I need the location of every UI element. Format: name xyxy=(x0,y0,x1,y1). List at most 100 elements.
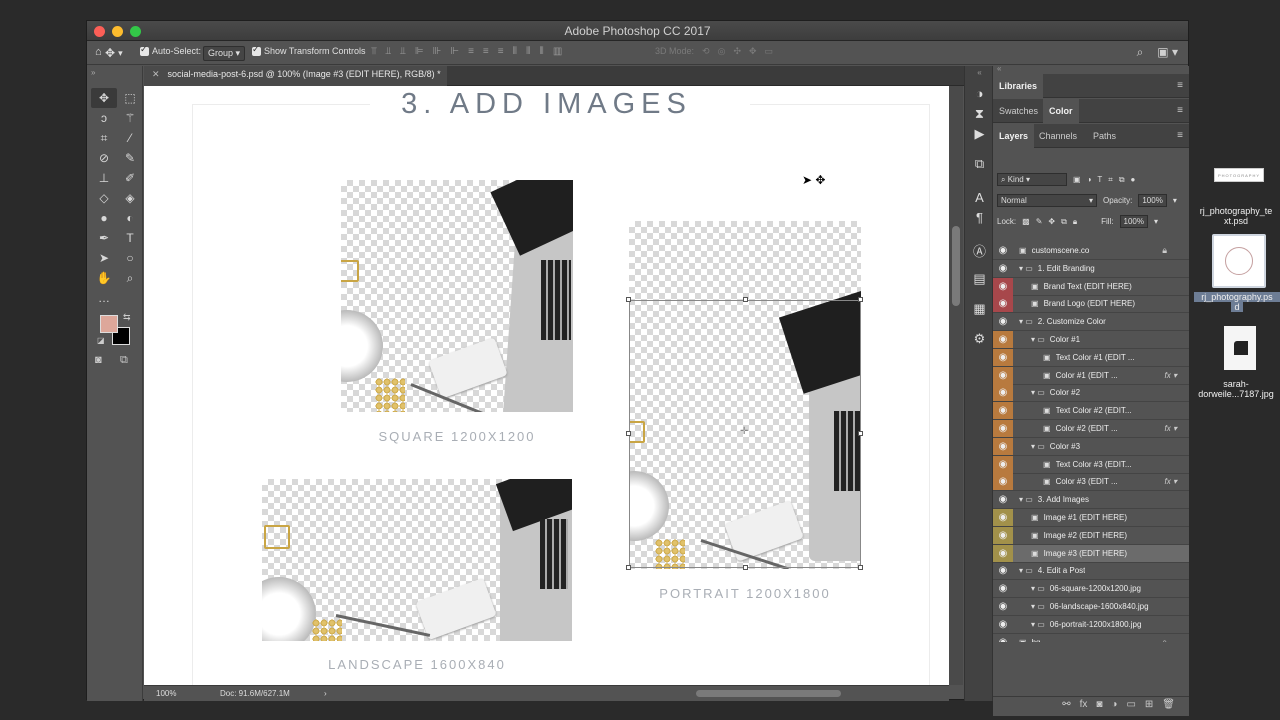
3d-roll-icon[interactable]: ◎ xyxy=(718,46,726,57)
scroll-thumb[interactable] xyxy=(952,226,960,306)
workspace-icon[interactable]: ▣ ▾ xyxy=(1157,45,1178,60)
character-icon[interactable]: A xyxy=(965,190,994,205)
layer-row[interactable]: ◉ ▾ ▭ 06-square-1200x1200.jpg xyxy=(993,580,1189,599)
dodge-tool-icon[interactable]: ◐ xyxy=(117,208,143,228)
distribute-vcenter-icon[interactable]: ≡ xyxy=(483,46,489,57)
layer-row[interactable]: ◉ ▣ Color #2 (EDIT ... fx ▾ xyxy=(993,420,1189,438)
fx-icon[interactable]: fx ▾ xyxy=(1165,424,1177,433)
magic-wand-tool-icon[interactable]: ⚚ xyxy=(117,108,143,128)
document-tab[interactable]: ✕ social-media-post-6.psd @ 100% (Image … xyxy=(144,66,447,86)
chevron-down-icon[interactable]: ▾ xyxy=(1154,217,1158,226)
visibility-eye-icon[interactable]: ◉ xyxy=(993,455,1013,473)
search-icon[interactable]: ⌕ xyxy=(1137,45,1144,60)
layer-row[interactable]: ◉ ▾ ▭ 4. Edit a Post xyxy=(993,562,1189,581)
visibility-eye-icon[interactable]: ◉ xyxy=(993,420,1013,437)
eyedropper-tool-icon[interactable]: ⁄ xyxy=(117,128,143,148)
visibility-eye-icon[interactable]: ◉ xyxy=(993,437,1013,455)
visibility-eye-icon[interactable]: ◉ xyxy=(993,598,1013,615)
lock-all-icon[interactable]: 🔒︎ xyxy=(1073,217,1077,227)
blend-mode-dropdown[interactable]: Normal ▾ xyxy=(997,194,1097,207)
visibility-eye-icon[interactable]: ◉ xyxy=(993,384,1013,402)
panel-menu-icon[interactable]: ≡ xyxy=(1177,105,1183,116)
visibility-eye-icon[interactable]: ◉ xyxy=(993,331,1013,348)
show-transform-checkbox[interactable]: Show Transform Controls xyxy=(252,44,366,56)
3d-drag-icon[interactable]: ✣ xyxy=(733,46,741,57)
tab-layers[interactable]: Layers xyxy=(993,124,1035,148)
filter-pixel-icon[interactable]: ▣ xyxy=(1073,175,1081,184)
visibility-eye-icon[interactable]: ◉ xyxy=(993,277,1013,295)
filter-toggle-icon[interactable]: ● xyxy=(1131,175,1136,184)
hand-tool-icon[interactable]: ✋ xyxy=(91,268,117,288)
tab-color[interactable]: Color xyxy=(1043,99,1079,123)
visibility-eye-icon[interactable]: ◉ xyxy=(993,402,1013,420)
screen-mode-icon[interactable]: ⧉ xyxy=(120,354,128,367)
transform-handle[interactable] xyxy=(858,565,863,570)
distribute-top-icon[interactable]: ≡ xyxy=(468,46,474,57)
tab-swatches[interactable]: Swatches xyxy=(993,99,1044,123)
visibility-eye-icon[interactable]: ◉ xyxy=(993,616,1013,633)
layer-style-icon[interactable]: fx xyxy=(1080,699,1088,710)
clone-stamp-tool-icon[interactable]: ⊥ xyxy=(91,168,117,188)
path-selection-tool-icon[interactable]: ➤ xyxy=(91,248,117,268)
desktop-file-label[interactable]: sarah- dorweile...7187.jpg xyxy=(1192,379,1280,399)
visibility-eye-icon[interactable]: ◉ xyxy=(993,260,1013,277)
visibility-eye-icon[interactable]: ◉ xyxy=(993,295,1013,313)
paint-bucket-tool-icon[interactable]: ◈ xyxy=(117,188,143,208)
visibility-eye-icon[interactable]: ◉ xyxy=(993,313,1013,330)
panel-collapse-arrows[interactable]: » xyxy=(91,68,95,77)
filter-adjustment-icon[interactable]: ◑ xyxy=(1087,175,1092,184)
close-tab-icon[interactable]: ✕ xyxy=(152,69,160,86)
visibility-eye-icon[interactable]: ◉ xyxy=(993,491,1013,508)
lock-artboard-icon[interactable]: ⧉ xyxy=(1061,217,1067,227)
desktop-file-label-selected[interactable]: rj_photography.ps d xyxy=(1194,292,1280,312)
tab-paths[interactable]: Paths xyxy=(1087,124,1122,148)
history-icon[interactable]: ◑ xyxy=(965,86,994,101)
transform-handle[interactable] xyxy=(858,431,863,436)
desktop-file-label[interactable]: rj_photography_te xt.psd xyxy=(1192,206,1280,226)
visibility-eye-icon[interactable]: ◉ xyxy=(993,562,1013,579)
link-layers-icon[interactable]: ⚯ xyxy=(1062,699,1070,710)
distribute-hcenter-icon[interactable]: ⦀ xyxy=(526,46,530,57)
layer-row[interactable]: ◉ ▾ ▭ Color #1 xyxy=(993,331,1189,349)
history-brush-tool-icon[interactable]: ✐ xyxy=(117,168,143,188)
vertical-scrollbar[interactable] xyxy=(949,86,963,685)
status-arrow-icon[interactable]: › xyxy=(324,689,327,698)
marquee-tool-icon[interactable]: ⬚ xyxy=(117,88,143,108)
align-bottom-icon[interactable]: ⫫ xyxy=(400,46,406,57)
layer-row[interactable]: ◉ ▣ Text Color #1 (EDIT ... xyxy=(993,348,1189,367)
pen-tool-icon[interactable]: ✒ xyxy=(91,228,117,248)
visibility-eye-icon[interactable]: ◉ xyxy=(993,580,1013,597)
tab-libraries[interactable]: Libraries xyxy=(993,74,1044,98)
ellipse-tool-icon[interactable]: ○ xyxy=(117,248,143,268)
quick-mask-icon[interactable]: ◙ xyxy=(95,354,102,366)
layer-row[interactable]: ◉ ▣ bg 🔒︎ xyxy=(993,634,1189,642)
transform-handle[interactable] xyxy=(626,431,631,436)
filter-kind-dropdown[interactable]: ⌕ Kind ▾ xyxy=(997,173,1067,186)
transform-handle[interactable] xyxy=(743,565,748,570)
layer-row[interactable]: ◉ ▣ Image #3 (EDIT HERE) xyxy=(993,544,1189,563)
properties-icon[interactable]: ▦ xyxy=(965,301,994,317)
new-layer-icon[interactable]: ⊞ xyxy=(1145,699,1153,710)
eraser-tool-icon[interactable]: ◇ xyxy=(91,188,117,208)
chevron-down-icon[interactable]: ▾ xyxy=(1173,196,1177,205)
auto-select-checkbox[interactable]: Auto-Select: xyxy=(140,44,201,56)
layer-row[interactable]: ◉ ▣ Brand Text (EDIT HERE) xyxy=(993,277,1189,296)
glyphs-icon[interactable]: Ⓐ xyxy=(965,241,994,260)
blur-tool-icon[interactable]: ● xyxy=(91,208,117,228)
layer-row[interactable]: ◉ ▾ ▭ Color #3 xyxy=(993,437,1189,456)
panel-menu-icon[interactable]: ≡ xyxy=(1177,80,1183,91)
add-mask-icon[interactable]: ◙ xyxy=(1096,699,1102,710)
trash-icon[interactable]: 🗑︎ xyxy=(1162,699,1175,710)
more-tools-icon[interactable]: … xyxy=(91,288,117,308)
visibility-eye-icon[interactable]: ◉ xyxy=(993,526,1013,544)
foreground-color-swatch[interactable] xyxy=(100,315,118,333)
crop-tool-icon[interactable]: ⌗ xyxy=(91,128,117,148)
desktop-file-thumbnail[interactable]: PHOTOGRAPHY xyxy=(1214,168,1264,182)
transform-center-icon[interactable]: ✛ xyxy=(740,426,748,437)
fx-icon[interactable]: fx ▾ xyxy=(1165,477,1177,486)
visibility-eye-icon[interactable]: ◉ xyxy=(993,509,1013,526)
visibility-eye-icon[interactable]: ◉ xyxy=(993,242,1013,259)
filter-smart-icon[interactable]: ⧉ xyxy=(1119,175,1125,185)
visibility-eye-icon[interactable]: ◉ xyxy=(993,348,1013,366)
square-image[interactable] xyxy=(341,180,573,412)
